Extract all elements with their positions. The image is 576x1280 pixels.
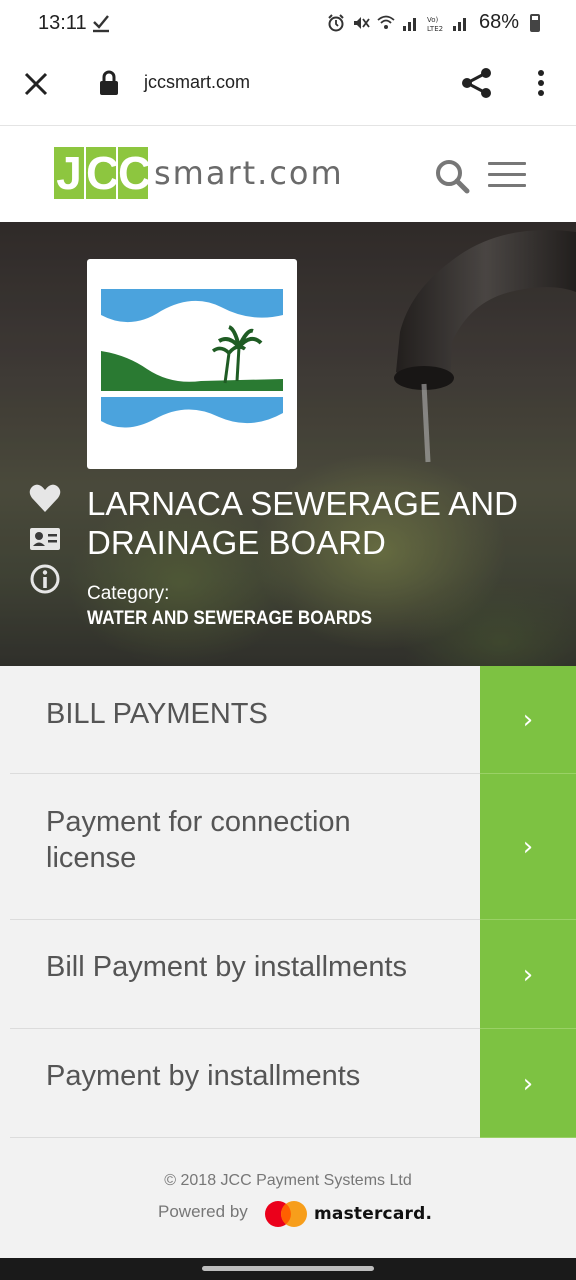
logo-letters: J C C bbox=[54, 147, 152, 199]
status-time: 13:11 bbox=[38, 12, 87, 34]
chevron-right-icon[interactable]: › bbox=[480, 666, 576, 774]
share-icon[interactable] bbox=[460, 66, 494, 100]
powered-by-text: Powered by bbox=[158, 1202, 248, 1221]
payment-option-bill-installments[interactable]: Bill Payment by installments › bbox=[0, 920, 576, 1029]
search-icon[interactable] bbox=[434, 158, 470, 194]
payment-option-connection-license[interactable]: Payment for connection license › bbox=[0, 774, 576, 920]
category-label: Category: bbox=[87, 583, 170, 604]
status-bar: 13:11 Vo) LTE2 68% bbox=[0, 0, 576, 48]
svg-text:LTE2: LTE2 bbox=[427, 25, 443, 32]
battery-percent: 68% bbox=[478, 11, 519, 33]
alarm-icon bbox=[328, 13, 344, 31]
heart-icon[interactable] bbox=[28, 482, 62, 516]
hamburger-menu-icon[interactable] bbox=[488, 162, 526, 190]
board-logo-image bbox=[101, 289, 283, 428]
footer: © 2018 JCC Payment Systems Ltd Powered b… bbox=[0, 1138, 576, 1258]
copyright-text: © 2018 JCC Payment Systems Ltd bbox=[164, 1172, 412, 1189]
logo-letter: C bbox=[118, 147, 152, 199]
chevron-right-icon[interactable]: › bbox=[480, 1029, 576, 1138]
logo-suffix: smart.com bbox=[154, 154, 344, 192]
signal-icon bbox=[402, 17, 416, 31]
check-icon bbox=[93, 15, 109, 33]
payment-option-bill-payments[interactable]: BILL PAYMENTS › bbox=[0, 666, 576, 774]
volte-icon: Vo)LTE2 bbox=[427, 16, 443, 32]
chevron-right-icon[interactable]: › bbox=[480, 774, 576, 920]
jcc-logo[interactable]: J C C smart.com bbox=[54, 147, 344, 199]
status-icons: Vo) LTE2 68% bbox=[327, 11, 540, 34]
mastercard-logo-icon bbox=[265, 1201, 307, 1227]
signal-icon bbox=[452, 17, 466, 31]
lock-icon bbox=[100, 70, 118, 95]
payment-options-list: BILL PAYMENTS › Payment for connection l… bbox=[0, 666, 576, 1138]
logo-letter: J bbox=[54, 147, 84, 199]
payment-option-label: Bill Payment by installments bbox=[46, 951, 408, 983]
browser-toolbar: jccsmart.com bbox=[0, 48, 576, 126]
payment-option-installments[interactable]: Payment by installments › bbox=[0, 1029, 576, 1138]
wifi-icon bbox=[377, 15, 395, 29]
url-text[interactable]: jccsmart.com bbox=[144, 72, 250, 93]
chevron-right-icon[interactable]: › bbox=[480, 920, 576, 1029]
page-title: LARNACA SEWERAGE AND DRAINAGE BOARD bbox=[87, 485, 518, 561]
system-nav-bar bbox=[0, 1258, 576, 1280]
side-actions bbox=[28, 482, 62, 602]
logo-letter: C bbox=[86, 147, 120, 199]
info-icon[interactable] bbox=[28, 562, 62, 596]
svg-text:Vo): Vo) bbox=[427, 16, 439, 24]
mastercard-wordmark: mastercard. bbox=[314, 1204, 433, 1224]
home-gesture-handle[interactable] bbox=[202, 1266, 374, 1271]
payment-option-label: BILL PAYMENTS bbox=[46, 698, 268, 730]
board-logo bbox=[87, 259, 297, 469]
hero-banner: LARNACA SEWERAGE AND DRAINAGE BOARD Cate… bbox=[0, 222, 576, 666]
more-menu-icon[interactable] bbox=[530, 68, 552, 98]
category-value: WATER AND SEWERAGE BOARDS bbox=[87, 608, 373, 629]
close-icon[interactable] bbox=[22, 70, 50, 98]
mute-icon bbox=[353, 16, 370, 29]
contact-card-icon[interactable] bbox=[28, 522, 62, 556]
site-header: J C C smart.com bbox=[0, 127, 576, 222]
payment-option-label: Payment for connection license bbox=[46, 806, 351, 874]
payment-option-label: Payment by installments bbox=[46, 1060, 361, 1092]
battery-icon bbox=[530, 13, 540, 32]
